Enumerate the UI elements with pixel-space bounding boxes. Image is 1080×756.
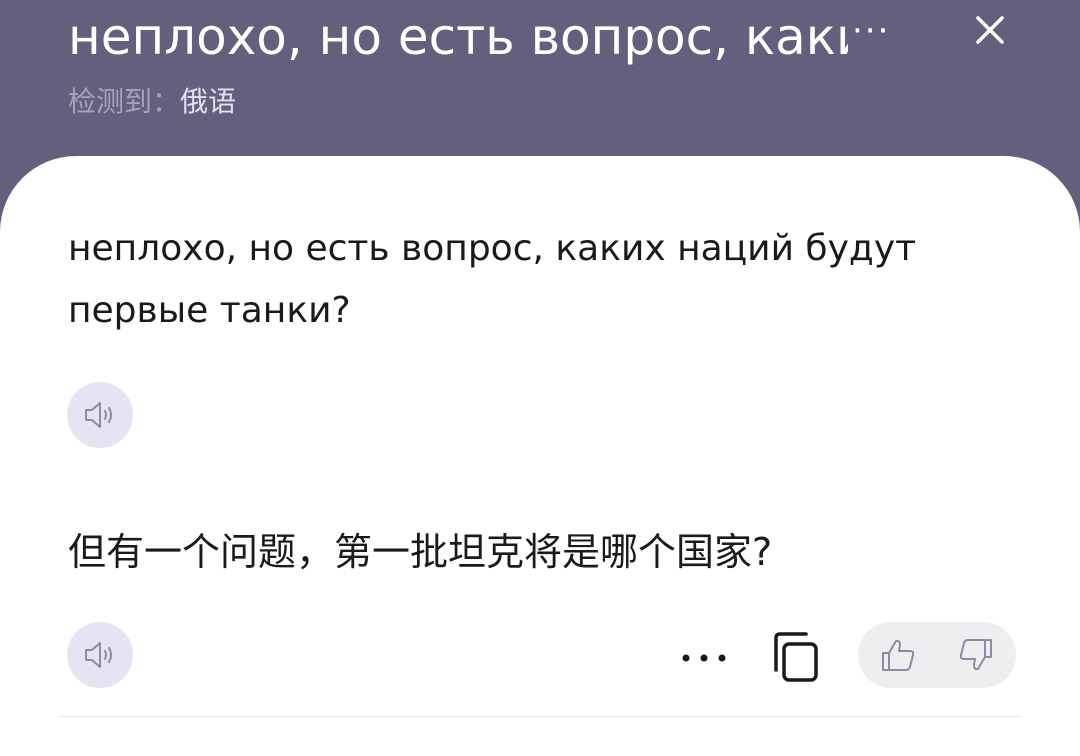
divider bbox=[60, 716, 1020, 717]
translation-speaker-button[interactable] bbox=[67, 622, 133, 688]
header: неплохо, но есть вопрос, каких наций буд… bbox=[0, 0, 1080, 160]
source-text: неплохо, но есть вопрос, каких наций буд… bbox=[68, 228, 917, 331]
detected-language-value: 俄语 bbox=[180, 85, 237, 118]
close-icon[interactable] bbox=[968, 8, 1012, 52]
copy-icon[interactable] bbox=[766, 628, 826, 688]
more-icon[interactable] bbox=[676, 636, 736, 680]
thumb-down-icon[interactable] bbox=[956, 635, 996, 675]
header-title: неплохо, но есть вопрос, каких наций буд… bbox=[68, 8, 848, 66]
translated-text: 但有一个问题，第一批坦克将是哪个国家? bbox=[68, 530, 773, 574]
detected-label: 检测到： bbox=[68, 85, 181, 118]
detected-language: 检测到：俄语 bbox=[68, 82, 236, 122]
thumb-up-icon[interactable] bbox=[878, 635, 918, 675]
source-speaker-button[interactable] bbox=[67, 382, 133, 448]
title-overflow-ellipsis: ··· bbox=[852, 11, 891, 51]
speaker-icon bbox=[85, 402, 112, 428]
speaker-icon bbox=[85, 642, 112, 668]
feedback-pill bbox=[858, 622, 1016, 688]
